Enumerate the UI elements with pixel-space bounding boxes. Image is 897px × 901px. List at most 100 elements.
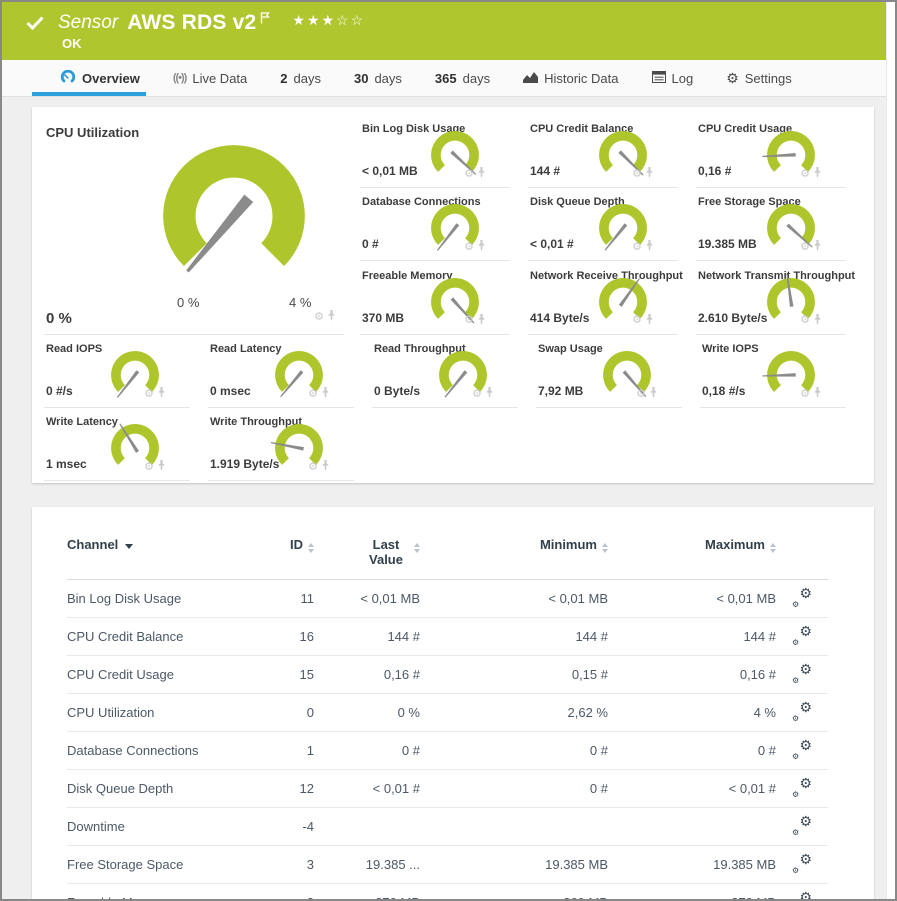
cell-maximum: 19.385 MB — [608, 845, 776, 884]
panel-pin-icon[interactable] — [327, 308, 336, 326]
column-header-maximum[interactable]: Maximum — [608, 537, 776, 580]
panel-pin-icon[interactable] — [477, 238, 486, 256]
cell-id: 1 — [262, 731, 314, 770]
panel-pin-icon[interactable] — [157, 385, 166, 403]
gauge-panel[interactable]: Free Storage Space 19.385 MB ⚙ — [696, 188, 846, 262]
column-header-channel[interactable]: Channel — [67, 537, 262, 580]
table-row: Database Connections 1 0 # 0 # 0 # ⚙ ⚙ — [67, 731, 828, 770]
panel-gear-icon[interactable]: ⚙ — [144, 461, 154, 473]
panel-pin-icon[interactable] — [477, 312, 486, 330]
panel-pin-icon[interactable] — [485, 385, 494, 403]
tab-settings[interactable]: ⚙ Settings — [726, 71, 792, 86]
panel-gear-icon[interactable]: ⚙ — [144, 388, 154, 400]
channel-settings-gears-icon[interactable]: ⚙⚙ — [792, 661, 812, 685]
tab-bar: Overview ((•)) Live Data 2 days 30 days … — [2, 60, 886, 97]
cell-id: 0 — [262, 693, 314, 732]
channel-settings-gears-icon[interactable]: ⚙⚙ — [792, 775, 812, 799]
panel-pin-icon[interactable] — [157, 458, 166, 476]
panel-gear-icon[interactable]: ⚙ — [472, 388, 482, 400]
panel-pin-icon[interactable] — [813, 312, 822, 330]
tab-label: days — [462, 70, 491, 86]
channel-settings-gears-icon[interactable]: ⚙⚙ — [792, 699, 812, 723]
gauge-panel[interactable]: Read Latency 0 msec ⚙ — [208, 335, 354, 408]
panel-gear-icon[interactable]: ⚙ — [464, 315, 474, 326]
panel-gear-icon[interactable]: ⚙ — [800, 388, 810, 400]
panel-pin-icon[interactable] — [321, 385, 330, 403]
panel-gear-icon[interactable]: ⚙ — [308, 461, 318, 473]
gauge-panel[interactable]: Write Throughput 1.919 Byte/s ⚙ — [208, 408, 354, 481]
panel-pin-icon[interactable] — [645, 238, 654, 256]
gear-icon: ⚙ — [726, 70, 739, 86]
panel-pin-icon[interactable] — [321, 458, 330, 476]
panel-pin-icon[interactable] — [645, 312, 654, 330]
panel-pin-icon[interactable] — [645, 165, 654, 183]
channel-settings-gears-icon[interactable]: ⚙⚙ — [792, 889, 812, 899]
channel-settings-gears-icon[interactable]: ⚙⚙ — [792, 813, 812, 837]
sort-icon — [770, 543, 776, 553]
cell-minimum: 369 MB — [420, 883, 608, 899]
panel-pin-icon[interactable] — [813, 165, 822, 183]
column-header-last-value[interactable]: Last Value — [314, 537, 420, 580]
gauge-panel[interactable]: Freeable Memory 370 MB ⚙ — [360, 262, 510, 335]
gauge-panel-cpu-utilization[interactable]: CPU Utilization 0 % 4 % 0 % ⚙ — [44, 115, 344, 335]
gauge-panel[interactable]: CPU Credit Balance 144 # ⚙ — [528, 115, 678, 188]
tab-historic-data[interactable]: Historic Data — [523, 71, 619, 86]
gauge-value: < 0,01 # — [530, 237, 574, 252]
cell-id: 15 — [262, 655, 314, 694]
panel-gear-icon[interactable]: ⚙ — [636, 388, 646, 400]
priority-flag-icon[interactable] — [260, 12, 271, 24]
gauge-panel[interactable]: CPU Credit Usage 0,16 # ⚙ — [696, 115, 846, 188]
gauge-panel[interactable]: Read Throughput 0 Byte/s ⚙ — [372, 335, 518, 408]
tab-overview[interactable]: Overview — [32, 69, 146, 96]
gauge-panel[interactable]: Database Connections 0 # ⚙ — [360, 188, 510, 262]
cell-actions: ⚙⚙ — [776, 883, 828, 899]
gauge-value: 0 Byte/s — [374, 384, 421, 398]
panel-gear-icon[interactable]: ⚙ — [632, 241, 642, 253]
gauge-panel[interactable]: Write Latency 1 msec ⚙ — [44, 408, 190, 481]
scrollbar-track[interactable] — [886, 2, 895, 899]
gauge-panel[interactable]: Disk Queue Depth < 0,01 # ⚙ — [528, 188, 678, 262]
sort-desc-icon — [125, 544, 134, 549]
tab-label: Log — [671, 70, 694, 86]
tab-live-data[interactable]: ((•)) Live Data — [173, 71, 247, 86]
panel-gear-icon[interactable]: ⚙ — [314, 311, 324, 323]
tab-30-days[interactable]: 30 days — [354, 71, 402, 86]
panel-gear-icon[interactable]: ⚙ — [632, 168, 642, 180]
panel-gear-icon[interactable]: ⚙ — [308, 388, 318, 400]
cell-maximum: 0,16 # — [608, 655, 776, 694]
gauge-panel[interactable]: Read IOPS 0 #/s ⚙ — [44, 335, 190, 408]
tab-log[interactable]: Log — [651, 70, 694, 86]
panel-gear-icon[interactable]: ⚙ — [464, 168, 474, 180]
cell-last-value: 19.385 ... — [314, 845, 420, 884]
panel-pin-icon[interactable] — [477, 165, 486, 183]
column-header-id[interactable]: ID — [262, 537, 314, 580]
table-row: CPU Utilization 0 0 % 2,62 % 4 % ⚙ ⚙ — [67, 693, 828, 732]
sort-icon — [308, 543, 314, 553]
panel-gear-icon[interactable]: ⚙ — [632, 315, 642, 326]
gauge-panel[interactable]: Network Receive Throughput 414 Byte/s ⚙ — [528, 262, 683, 335]
gauge-panel[interactable]: Network Transmit Throughput 2.610 Byte/s… — [696, 262, 855, 335]
panel-gear-icon[interactable]: ⚙ — [800, 168, 810, 180]
gauge-panel[interactable]: Swap Usage 7,92 MB ⚙ — [536, 335, 682, 408]
channel-settings-gears-icon[interactable]: ⚙⚙ — [792, 851, 812, 875]
panel-pin-icon[interactable] — [813, 385, 822, 403]
priority-stars[interactable]: ★★★☆☆ — [292, 12, 365, 29]
gauge-panel[interactable]: Write IOPS 0,18 #/s ⚙ — [700, 335, 846, 408]
panel-gear-icon[interactable]: ⚙ — [800, 315, 810, 326]
panel-gear-icon[interactable]: ⚙ — [800, 241, 810, 253]
column-header-minimum[interactable]: Minimum — [420, 537, 608, 580]
tab-number: 2 — [280, 70, 288, 86]
cell-minimum: 19.385 MB — [420, 845, 608, 884]
gauge-title: Read IOPS — [46, 343, 103, 355]
channel-settings-gears-icon[interactable]: ⚙⚙ — [792, 623, 812, 647]
tab-2-days[interactable]: 2 days — [280, 71, 321, 86]
channel-settings-gears-icon[interactable]: ⚙⚙ — [792, 737, 812, 761]
column-label: Channel — [67, 537, 119, 552]
panel-pin-icon[interactable] — [813, 238, 822, 256]
gauge-panel[interactable]: Bin Log Disk Usage < 0,01 MB ⚙ — [360, 115, 510, 188]
panel-gear-icon[interactable]: ⚙ — [464, 241, 474, 253]
panel-pin-icon[interactable] — [649, 385, 658, 403]
cell-actions: ⚙⚙ — [776, 769, 828, 808]
channel-settings-gears-icon[interactable]: ⚙⚙ — [792, 585, 812, 609]
tab-365-days[interactable]: 365 days — [435, 71, 490, 86]
